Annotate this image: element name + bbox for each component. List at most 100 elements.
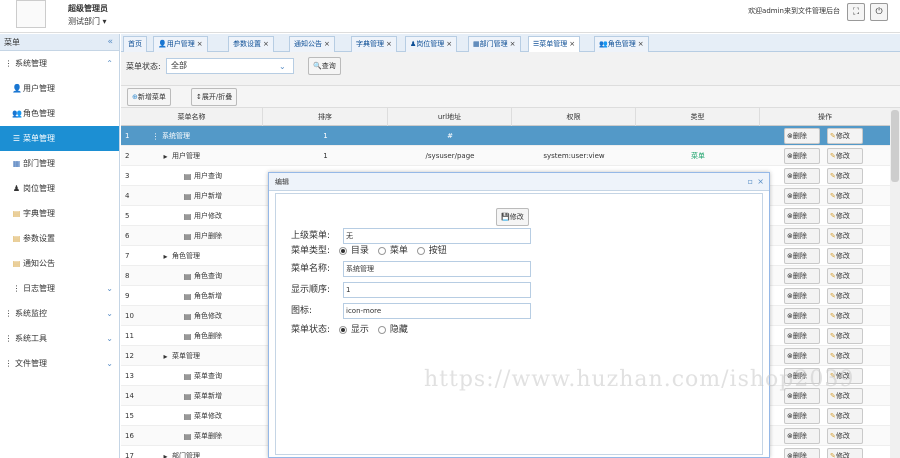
icon-input[interactable]: icon-more [343, 303, 531, 319]
scrollbar-thumb[interactable] [891, 110, 899, 182]
sidebar-group-monitor[interactable]: ⋮ 系统监控 ⌄ [0, 301, 119, 326]
chevron-up-icon[interactable]: ⌃ [106, 51, 113, 76]
edit-button[interactable]: ✎修改 [827, 148, 863, 164]
power-icon[interactable]: ⏻ [870, 3, 888, 21]
collapse-icon[interactable]: « [107, 34, 113, 51]
delete-button[interactable]: ⊗删除 [784, 168, 820, 184]
more-icon: ⋮ [4, 59, 13, 68]
edit-button[interactable]: ✎修改 [827, 228, 863, 244]
delete-button[interactable]: ⊗删除 [784, 448, 820, 458]
tab-posts[interactable]: ♟岗位管理 × [405, 36, 458, 52]
delete-button[interactable]: ⊗删除 [784, 348, 820, 364]
sidebar-group-system[interactable]: ⋮ 系统管理 ⌃ [0, 51, 119, 76]
delete-button[interactable]: ⊗删除 [784, 428, 820, 444]
tab-notice[interactable]: 通知公告 × [289, 36, 335, 52]
tab-dict[interactable]: 字典管理 × [351, 36, 397, 52]
sidebar-item-posts[interactable]: ♟ 岗位管理 [0, 176, 119, 201]
delete-button[interactable]: ⊗删除 [784, 208, 820, 224]
status-radio-show[interactable] [338, 325, 347, 334]
close-icon[interactable]: × [197, 40, 203, 48]
header-name[interactable]: 菜单名称 [121, 108, 263, 126]
delete-button[interactable]: ⊗删除 [784, 228, 820, 244]
close-icon[interactable]: × [638, 40, 644, 48]
tab-home[interactable]: 首页 [123, 36, 147, 52]
tab-users[interactable]: 👤用户管理 × [153, 36, 208, 52]
edit-button[interactable]: ✎修改 [827, 328, 863, 344]
close-icon[interactable]: × [263, 40, 269, 48]
menu-name-input[interactable]: 系统管理 [343, 261, 531, 277]
delete-button[interactable]: ⊗删除 [784, 288, 820, 304]
grid-scrollbar[interactable] [890, 108, 900, 458]
close-icon[interactable]: × [757, 173, 764, 191]
status-radio-hide[interactable] [377, 325, 386, 334]
edit-button[interactable]: ✎修改 [827, 428, 863, 444]
delete-button[interactable]: ⊗删除 [784, 248, 820, 264]
close-icon[interactable]: × [569, 40, 575, 48]
edit-button[interactable]: ✎修改 [827, 348, 863, 364]
table-row[interactable]: 2 ▸ 用户管理 1/sysuser/page system:user:view 菜单 ⊗删… [121, 146, 900, 166]
chevron-down-icon[interactable]: ⌄ [106, 351, 113, 376]
row-menu-name: ▸ 角色管理 [161, 246, 263, 266]
type-radio-menu[interactable] [377, 246, 386, 255]
edit-button[interactable]: ✎修改 [827, 288, 863, 304]
sidebar-group-tools[interactable]: ⋮ 系统工具 ⌄ [0, 326, 119, 351]
delete-button[interactable]: ⊗删除 [784, 188, 820, 204]
edit-button[interactable]: ✎修改 [827, 308, 863, 324]
sidebar-group-files[interactable]: ⋮ 文件管理 ⌄ [0, 351, 119, 376]
expand-collapse-button[interactable]: ↕展开/折叠 [191, 88, 238, 106]
header-sort[interactable]: 排序 [263, 108, 388, 126]
chevron-down-icon[interactable]: ⌄ [106, 326, 113, 351]
avatar[interactable] [16, 0, 46, 28]
sidebar-item-params[interactable]: ▤ 参数设置 [0, 226, 119, 251]
sidebar-item-depts[interactable]: ▦ 部门管理 [0, 151, 119, 176]
edit-button[interactable]: ✎修改 [827, 208, 863, 224]
table-row[interactable]: 1 ⋮ 系统管理 1 # ⊗删除 ✎修改 [121, 126, 900, 146]
edit-button[interactable]: ✎修改 [827, 248, 863, 264]
parent-menu-input[interactable]: 无 [343, 228, 531, 244]
add-menu-button[interactable]: ⊕新增菜单 [127, 88, 171, 106]
chevron-down-icon[interactable]: ⌄ [106, 301, 113, 326]
close-icon[interactable]: × [386, 40, 392, 48]
edit-button[interactable]: ✎修改 [827, 168, 863, 184]
delete-button[interactable]: ⊗删除 [784, 328, 820, 344]
close-icon[interactable]: × [510, 40, 516, 48]
save-button[interactable]: 💾修改 [496, 208, 529, 226]
tab-menus[interactable]: ☰菜单管理 × [528, 36, 581, 52]
header-url[interactable]: url地址 [388, 108, 512, 126]
tab-depts[interactable]: ▦部门管理 × [468, 36, 521, 52]
fullscreen-icon[interactable]: ⛶ [847, 3, 865, 21]
chevron-down-icon[interactable]: ⌄ [106, 276, 113, 301]
type-radio-directory[interactable] [338, 246, 347, 255]
delete-button[interactable]: ⊗删除 [784, 268, 820, 284]
sidebar-item-users[interactable]: 👤用户管理 [0, 76, 119, 101]
sidebar-item-dict[interactable]: ▤ 字典管理 [0, 201, 119, 226]
edit-button[interactable]: ✎修改 [827, 128, 863, 144]
sidebar-item-notice[interactable]: ▤ 通知公告 [0, 251, 119, 276]
edit-button[interactable]: ✎修改 [827, 188, 863, 204]
edit-button[interactable]: ✎修改 [827, 268, 863, 284]
type-radio-button[interactable] [416, 246, 425, 255]
edit-button[interactable]: ✎修改 [827, 408, 863, 424]
close-icon[interactable]: × [446, 40, 452, 48]
tab-roles[interactable]: 👥角色管理 × [594, 36, 649, 52]
delete-button[interactable]: ⊗删除 [784, 308, 820, 324]
sidebar-item-roles[interactable]: 👥角色管理 [0, 101, 119, 126]
tab-params[interactable]: 参数设置 × [228, 36, 274, 52]
maximize-icon[interactable]: ▫ [748, 173, 753, 191]
delete-button[interactable]: ⊗删除 [784, 128, 820, 144]
dict-icon: ▤ [12, 209, 21, 218]
more-icon: ⋮ [12, 284, 21, 293]
sidebar-item-logs[interactable]: ⋮ 日志管理 ⌄ [0, 276, 119, 301]
delete-button[interactable]: ⊗删除 [784, 408, 820, 424]
search-button[interactable]: 🔍查询 [308, 57, 341, 75]
status-filter-select[interactable]: 全部 ⌄ [166, 58, 294, 74]
header-type[interactable]: 类型 [636, 108, 760, 126]
watermark: https://www.huzhan.com/ishop2039 [424, 367, 855, 392]
delete-button[interactable]: ⊗删除 [784, 148, 820, 164]
edit-button[interactable]: ✎修改 [827, 448, 863, 458]
header-perm[interactable]: 权限 [512, 108, 636, 126]
sidebar-item-menus[interactable]: ☰ 菜单管理 [0, 126, 119, 151]
user-dept[interactable]: 测试部门 ▾ [68, 16, 107, 27]
close-icon[interactable]: × [324, 40, 330, 48]
display-order-input[interactable]: 1 [343, 282, 531, 298]
